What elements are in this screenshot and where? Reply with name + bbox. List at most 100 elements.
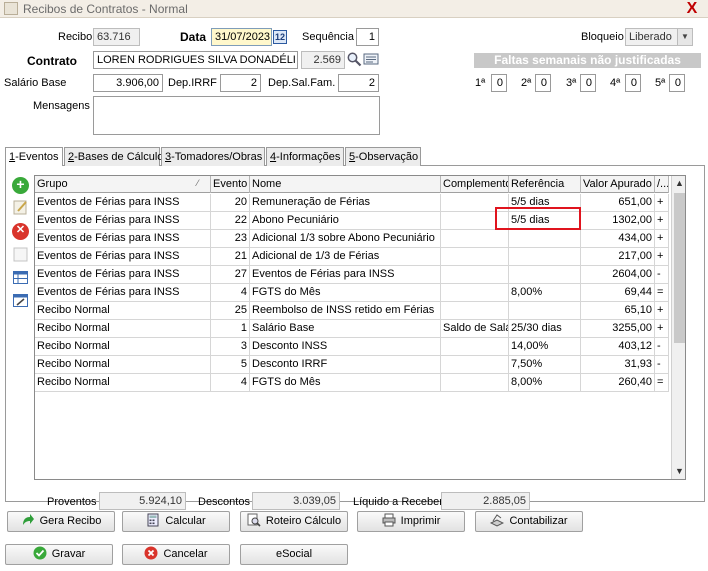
contabilizar-label: Contabilizar [509,515,568,527]
gravar-button[interactable]: Gravar [5,544,113,565]
proventos-field: 5.924,10 [99,492,186,510]
cell-nome: Adicional de 1/3 de Férias [250,248,441,266]
col-header-grupo[interactable]: Grupo [35,176,211,193]
falta-week-field[interactable]: 0 [491,74,507,92]
scroll-down-icon[interactable]: ▼ [672,464,685,479]
cell-referencia: 8,00% [509,284,581,302]
contrato-field[interactable]: LOREN RODRIGUES SILVA DONADÉLI [93,51,298,69]
table-row[interactable]: Eventos de Férias para INSS 4 FGTS do Mês 8… [35,284,669,302]
cell-complemento [441,338,509,356]
col-header-valor[interactable]: Valor Apurado [581,176,655,193]
tab-label: -Informações [276,151,341,163]
add-icon[interactable]: + [12,177,29,194]
cell-referencia: 8,00% [509,374,581,392]
esocial-button[interactable]: eSocial [240,544,348,565]
calcular-label: Calcular [165,515,206,527]
sequencia-field[interactable]: 1 [356,28,379,46]
calendar-icon[interactable]: 12 [273,30,287,44]
magnifier-doc-icon [247,513,261,527]
calcular-button[interactable]: Calcular [122,511,230,532]
table-row[interactable]: Recibo Normal 5 Desconto IRRF 7,50% 31,93- [35,356,669,374]
cell-valor: 260,40 [581,374,655,392]
cell-valor: 651,00 [581,194,655,212]
cell-grupo: Eventos de Férias para INSS [35,194,211,212]
table-row[interactable]: Eventos de Férias para INSS 21 Adicional d… [35,248,669,266]
col-header-referencia[interactable]: Referência [509,176,581,193]
cell-nome: Remuneração de Férias [250,194,441,212]
falta-week-field[interactable]: 0 [580,74,596,92]
table-row[interactable]: Recibo Normal 1 Salário Base Saldo de Salár… [35,320,669,338]
cell-grupo: Recibo Normal [35,374,211,392]
col-header-complemento[interactable]: Complemento [441,176,509,193]
col-header-nome[interactable]: Nome [250,176,441,193]
grid-scrollbar[interactable]: ▲ ▼ [671,176,685,479]
card-icon[interactable] [363,51,379,67]
gera-recibo-button[interactable]: Gera Recibo [7,511,115,532]
salario-field[interactable]: 3.906,00 [93,74,163,92]
edit-icon[interactable] [12,199,29,216]
tab-informacoes[interactable]: 4-Informações [266,147,344,166]
cell-evento: 1 [211,320,250,338]
cell-evento: 27 [211,266,250,284]
cell-tipo: + [655,230,669,248]
depsal-field[interactable]: 2 [338,74,379,92]
tab-tomadores-obras[interactable]: 3-Tomadores/Obras [161,147,265,166]
cell-grupo: Eventos de Férias para INSS [35,230,211,248]
tab-observacao[interactable]: 5-Observação [345,147,421,166]
cell-valor: 65,10 [581,302,655,320]
data-field[interactable]: 31/07/2023 [211,28,272,46]
cell-tipo: + [655,320,669,338]
blank-icon[interactable] [12,246,29,263]
cell-complemento [441,284,509,302]
chevron-down-icon[interactable]: ▼ [677,29,692,45]
form-edit-icon[interactable] [12,292,29,309]
cell-complemento: Saldo de Salár [441,320,509,338]
table-row[interactable]: Recibo Normal 25 Reembolso de INSS retido … [35,302,669,320]
tab-eventos[interactable]: 1-Eventos [5,147,63,167]
roteiro-calculo-label: Roteiro Cálculo [265,515,342,527]
col-header-evento[interactable]: Evento [211,176,250,193]
cell-tipo: + [655,194,669,212]
gera-recibo-label: Gera Recibo [39,515,102,527]
tab-bases-calculo[interactable]: 2-Bases de Cálculo [64,147,163,166]
falta-week-field[interactable]: 0 [535,74,551,92]
grid-header: Grupo ⁄ Evento Nome Complemento Referênc… [35,176,669,193]
table-row[interactable]: Eventos de Férias para INSS 27 Eventos de … [35,266,669,284]
table-row[interactable]: Eventos de Férias para INSS 23 Adicional 1… [35,230,669,248]
roteiro-calculo-button[interactable]: Roteiro Cálculo [240,511,348,532]
calculator-icon [146,513,160,527]
cell-nome: Eventos de Férias para INSS [250,266,441,284]
cell-complemento [441,356,509,374]
cell-tipo: + [655,302,669,320]
search-icon[interactable] [346,51,362,67]
falta-week-field[interactable]: 0 [669,74,685,92]
imprimir-button[interactable]: Imprimir [357,511,465,532]
contabilizar-button[interactable]: Contabilizar [475,511,583,532]
cell-evento: 5 [211,356,250,374]
cell-referencia [509,302,581,320]
col-header-tipo[interactable]: /... [655,176,669,193]
delete-icon[interactable]: ✕ [12,223,29,240]
recibo-field[interactable]: 63.716 [93,28,140,46]
table-row[interactable]: Recibo Normal 3 Desconto INSS 14,00% 403,12- [35,338,669,356]
cell-tipo: + [655,248,669,266]
contrato-code-field: 2.569 [301,51,345,69]
esocial-label: eSocial [275,548,313,560]
imprimir-label: Imprimir [400,515,441,527]
scroll-up-icon[interactable]: ▲ [672,176,685,191]
close-button[interactable]: X [678,0,706,17]
falta-week-field[interactable]: 0 [625,74,641,92]
table-icon[interactable] [12,269,29,286]
cell-tipo: - [655,266,669,284]
scroll-thumb[interactable] [674,193,685,343]
window-icon [4,2,18,15]
data-label: Data [180,30,207,44]
cancelar-label: Cancelar [163,548,208,560]
cell-referencia: 7,50% [509,356,581,374]
depirrf-field[interactable]: 2 [220,74,261,92]
cancelar-button[interactable]: Cancelar [122,544,230,565]
liquido-label: Líquido a Receber [353,496,443,508]
mensagens-textarea[interactable] [93,96,380,135]
window-title: Recibos de Contratos - Normal [23,2,188,16]
table-row[interactable]: Recibo Normal 4 FGTS do Mês 8,00% 260,40 = [35,374,669,392]
